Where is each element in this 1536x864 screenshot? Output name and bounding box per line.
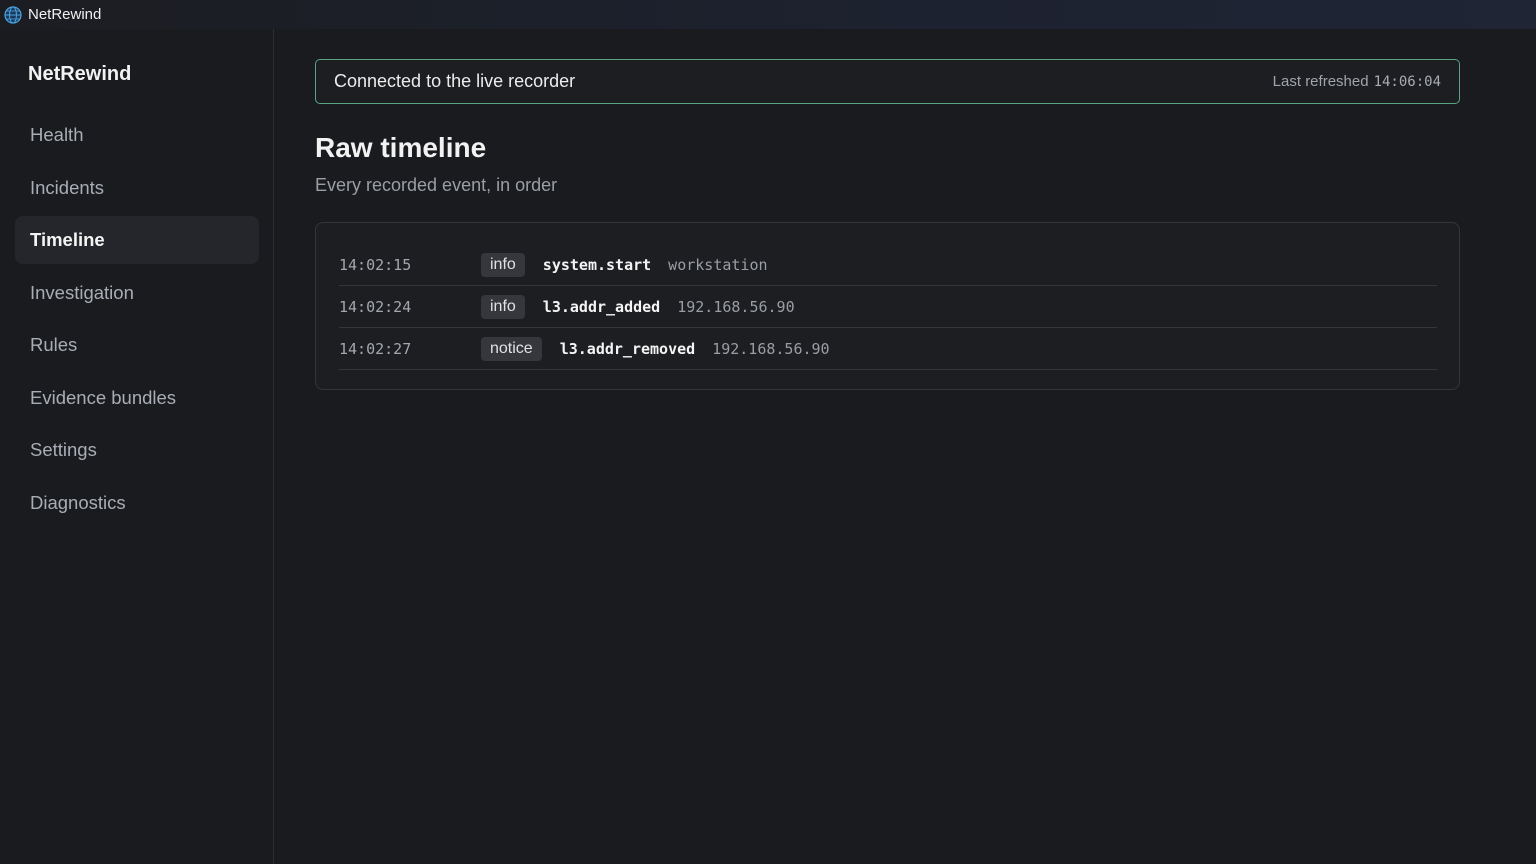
sidebar-item-investigation[interactable]: Investigation [15,269,259,317]
window-titlebar: NetRewind [0,0,1536,29]
sidebar-item-timeline[interactable]: Timeline [15,216,259,264]
event-time: 14:02:27 [339,339,412,358]
globe-icon [3,5,23,25]
sidebar-item-incidents[interactable]: Incidents [15,164,259,212]
sidebar-item-settings[interactable]: Settings [15,426,259,474]
sidebar: NetRewind Health Incidents Timeline Inve… [0,29,274,864]
brand-name: NetRewind [28,63,132,85]
timeline-row[interactable]: 14:02:15 info system.start workstation [339,244,1437,286]
event-level-badge: notice [481,336,542,361]
event-name: system.start [542,255,652,274]
sidebar-item-rules[interactable]: Rules [15,321,259,369]
main-content: Connected to the live recorder Last refr… [275,29,1536,864]
event-detail: 192.168.56.90 [712,339,830,358]
event-name: l3.addr_removed [559,339,696,358]
event-name: l3.addr_added [542,297,661,316]
event-level-badge: info [481,294,525,319]
last-refreshed-time: 14:06:04 [1373,74,1441,90]
event-time: 14:02:24 [339,297,412,316]
timeline-row[interactable]: 14:02:27 notice l3.addr_removed 192.168.… [339,328,1437,370]
sidebar-item-health[interactable]: Health [15,111,259,159]
event-detail: workstation [668,255,768,274]
timeline-list: 14:02:15 info system.start workstation 1… [315,222,1460,390]
sidebar-item-diagnostics[interactable]: Diagnostics [15,479,259,527]
window-title: NetRewind [28,6,102,23]
last-refreshed-label: Last refreshed [1272,73,1369,90]
sidebar-item-evidence-bundles[interactable]: Evidence bundles [15,374,259,422]
connection-status-text: Connected to the live recorder [334,71,576,91]
sidebar-nav: Health Incidents Timeline Investigation … [15,111,259,531]
event-time: 14:02:15 [339,255,412,274]
last-refreshed: Last refreshed 14:06:04 [1273,73,1441,90]
event-level-badge: info [481,252,525,277]
page-subtitle: Every recorded event, in order [315,175,558,195]
timeline-row[interactable]: 14:02:24 info l3.addr_added 192.168.56.9… [339,286,1437,328]
connection-status-banner: Connected to the live recorder Last refr… [315,59,1460,104]
event-detail: 192.168.56.90 [677,297,795,316]
page-title: Raw timeline [315,132,487,163]
